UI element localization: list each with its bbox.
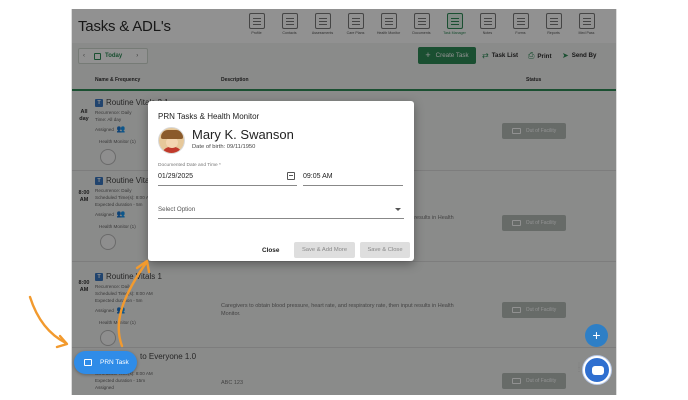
arrowhead-prn-button [55,334,69,349]
date-of-birth: Date of birth: 09/11/1950 [192,144,256,150]
chevron-down-icon [395,208,401,211]
arrow-to-prn-button [28,295,68,345]
time-field[interactable]: 09:05 AM [303,170,403,186]
add-fab-button[interactable]: + [585,324,608,347]
close-button[interactable]: Close [262,247,279,254]
prn-task-button[interactable]: PRN Task [74,351,137,374]
date-field[interactable]: 01/29/2025 [158,170,297,186]
save-add-more-button[interactable]: Save & Add More [294,242,355,258]
save-close-button[interactable]: Save & Close [360,242,410,258]
date-value: 01/29/2025 [158,173,194,180]
drag-handle-icon[interactable]: ⋮ ⋮ [576,363,582,376]
date-time-label: Documented Date and Time * [158,163,221,168]
select-placeholder: Select Option [158,206,196,213]
prn-task-label: PRN Task [100,359,129,366]
dialog-title: PRN Tasks & Health Monitor [158,112,260,121]
screen: Tasks & ADL's Profile Contacts Assessmen… [0,0,688,400]
avatar [158,127,185,154]
calendar-icon[interactable] [287,172,295,180]
prn-task-dialog: PRN Tasks & Health Monitor Mary K. Swans… [148,101,414,261]
time-value: 09:05 AM [303,173,333,180]
resident-name: Mary K. Swanson [192,127,294,142]
chart-icon [84,359,92,366]
chat-bubble-icon [592,366,604,375]
option-select[interactable]: Select Option [158,203,404,219]
chat-button[interactable] [583,356,611,384]
